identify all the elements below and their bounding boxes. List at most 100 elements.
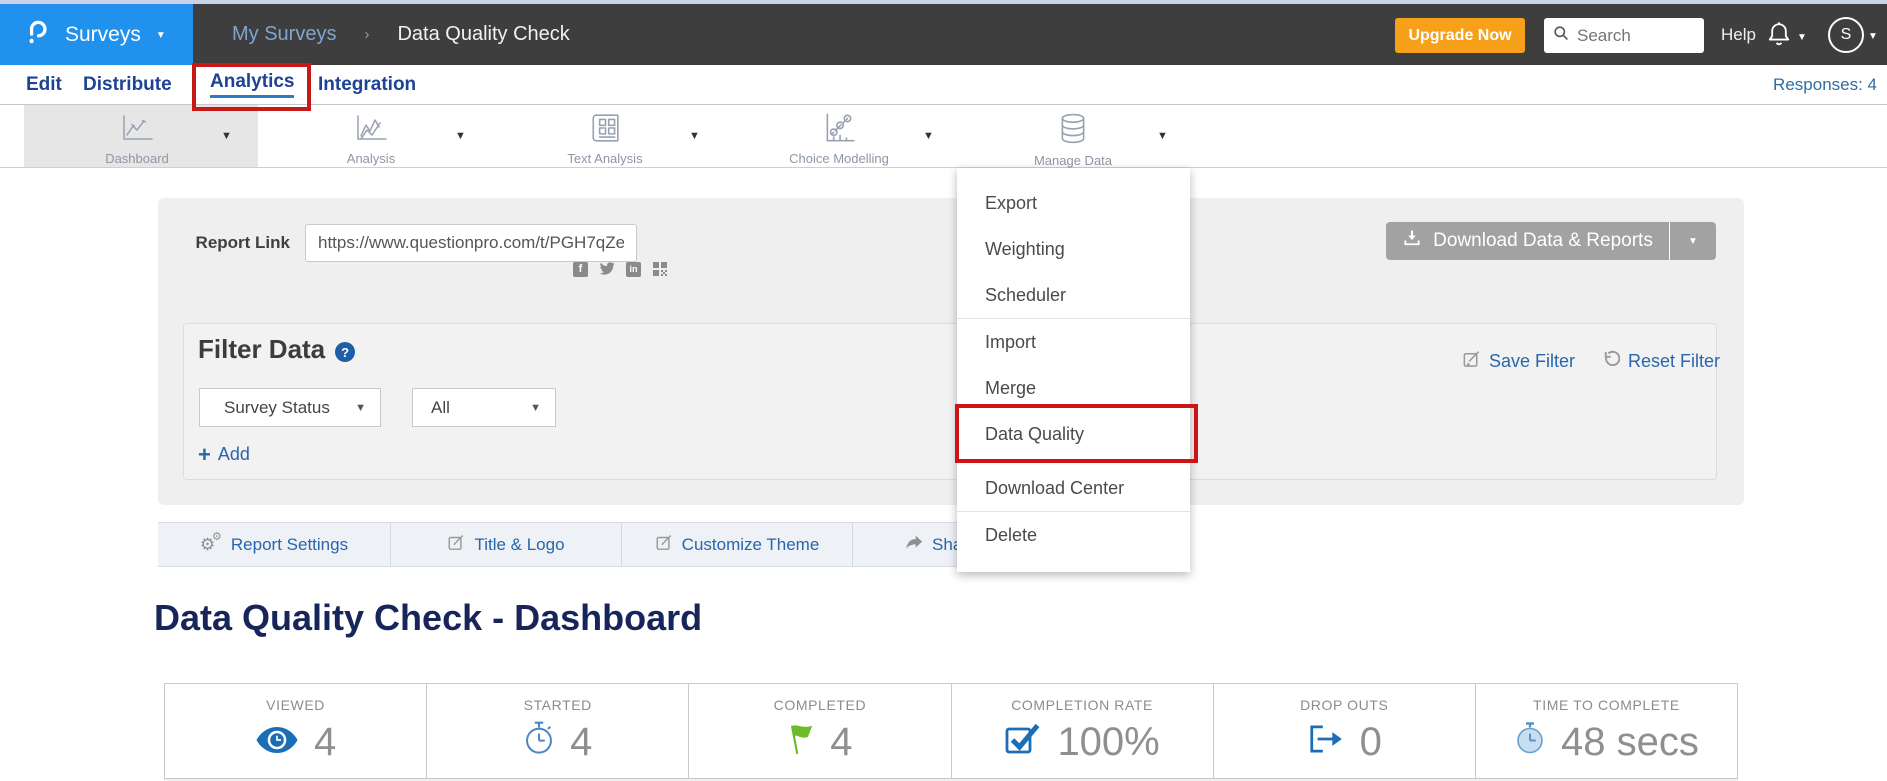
page-title: Data Quality Check - Dashboard [154,597,702,639]
stat-label: DROP OUTS [1300,697,1388,713]
menu-item-weighting[interactable]: Weighting [957,226,1190,272]
chevron-down-icon[interactable]: ▼ [455,130,466,142]
chevron-down-icon: ▼ [1797,32,1807,43]
filter-data-title: Filter Data ? [198,334,355,365]
toolbar-item-choice-modelling[interactable]: Choice Modelling ▼ [726,105,960,167]
report-link-input[interactable] [305,224,637,262]
report-link-label: Report Link [158,233,290,253]
top-header: Surveys ▼ My Surveys › Data Quality Chec… [0,4,1887,65]
menu-item-import[interactable]: Import [957,319,1190,365]
customize-theme-label: Customize Theme [682,535,820,555]
toolbar-item-label: Analysis [347,151,395,166]
share-icons-row: f in [552,261,668,277]
toolbar-item-analysis[interactable]: Analysis ▼ [258,105,492,167]
stopwatch-icon [523,720,555,766]
filter-actions: Save Filter Reset Filter [1462,349,1720,373]
line-chart-icon [119,112,155,149]
menu-item-download-center[interactable]: Download Center [957,465,1190,511]
plus-icon: + [198,446,211,464]
share-arrow-icon [904,534,923,556]
search-input[interactable] [1575,25,1689,47]
help-icon[interactable]: ? [335,342,355,362]
toolbar-item-dashboard[interactable]: Dashboard ▼ [24,105,258,167]
manage-data-menu: Export Weighting Scheduler Import Merge … [957,168,1190,572]
database-icon [1057,112,1089,151]
toolbar-item-label: Choice Modelling [789,151,889,166]
news-icon [589,112,621,149]
stat-number: 48 secs [1561,720,1699,765]
title-logo-button[interactable]: Title & Logo [391,523,622,566]
toolbar-item-manage-data[interactable]: Manage Data ▼ [960,105,1194,167]
gears-icon: ⚙⚙ [200,535,222,555]
search-icon [1553,25,1569,46]
download-button-label: Download Data & Reports [1433,230,1653,252]
chevron-down-icon[interactable]: ▼ [689,130,700,142]
qr-code-icon[interactable] [652,261,668,277]
stat-number: 4 [570,720,592,765]
survey-status-value: Survey Status [224,398,330,418]
stat-number: 4 [830,720,852,765]
chevron-down-icon: ▼ [156,30,166,41]
report-settings-button[interactable]: ⚙⚙ Report Settings [158,523,391,566]
download-data-reports-button[interactable]: Download Data & Reports ▼ [1386,222,1716,260]
menu-item-export[interactable]: Export [957,180,1190,226]
toolbar-item-label: Manage Data [1034,153,1112,168]
chevron-down-icon: ▼ [1688,236,1698,247]
pencil-square-icon [655,533,673,556]
stopwatch-filled-icon [1514,720,1546,766]
responses-count: Responses: 4 [1773,65,1877,104]
help-link[interactable]: Help [1721,4,1756,65]
stat-label: STARTED [524,697,592,713]
search-box[interactable] [1544,18,1704,53]
flag-icon [787,720,815,765]
stat-started: STARTED 4 [427,684,689,778]
filter-title-text: Filter Data [198,334,325,365]
chevron-down-icon[interactable]: ▼ [923,130,934,142]
pencil-square-icon [1462,349,1481,373]
chevron-down-icon: ▼ [1868,31,1878,42]
toolbar-item-label: Text Analysis [567,151,642,166]
chevron-down-icon[interactable]: ▼ [221,130,232,142]
stat-number: 4 [314,720,336,765]
product-menu[interactable]: Surveys ▼ [0,4,193,65]
chevron-down-icon: ▼ [530,402,541,414]
menu-item-scheduler[interactable]: Scheduler [957,272,1190,318]
analytics-toolbar: Dashboard ▼ Analysis ▼ Text Analysis ▼ [0,105,1887,168]
status-value-select[interactable]: All ▼ [412,388,556,427]
toolbar-item-text-analysis[interactable]: Text Analysis ▼ [492,105,726,167]
save-filter-button[interactable]: Save Filter [1462,349,1575,373]
breadcrumb: My Surveys › Data Quality Check [232,4,570,65]
product-name: Surveys [65,23,141,47]
stat-label: COMPLETED [774,697,867,713]
chevron-down-icon[interactable]: ▼ [1157,130,1168,142]
report-settings-label: Report Settings [231,535,348,555]
stat-viewed: VIEWED 4 [165,684,427,778]
twitter-icon[interactable] [599,261,615,277]
stat-number: 100% [1057,720,1159,765]
account-menu[interactable]: S ▼ [1828,17,1878,53]
breadcrumb-separator: › [364,26,369,43]
download-icon [1402,228,1422,254]
notifications-menu[interactable]: ▼ [1766,19,1807,54]
menu-item-data-quality[interactable]: Data Quality [957,411,1190,457]
menu-item-merge[interactable]: Merge [957,365,1190,411]
stat-completion-rate: COMPLETION RATE 100% [952,684,1214,778]
undo-icon [1601,349,1620,373]
add-filter-button[interactable]: + Add [198,444,250,465]
add-filter-label: Add [218,444,250,465]
facebook-icon[interactable]: f [573,262,588,277]
upgrade-now-button[interactable]: Upgrade Now [1395,18,1525,53]
app-window: Surveys ▼ My Surveys › Data Quality Chec… [0,0,1887,781]
reset-filter-button[interactable]: Reset Filter [1601,349,1720,373]
tab-integration[interactable]: Integration [318,65,416,104]
menu-item-delete[interactable]: Delete [957,512,1190,558]
customize-theme-button[interactable]: Customize Theme [622,523,853,566]
linkedin-icon[interactable]: in [626,262,641,277]
tab-distribute[interactable]: Distribute [83,65,172,104]
breadcrumb-parent[interactable]: My Surveys [232,23,336,46]
survey-status-select[interactable]: Survey Status ▼ [199,388,381,427]
stat-label: VIEWED [266,697,325,713]
tab-analytics[interactable]: Analytics [210,65,294,104]
tab-edit[interactable]: Edit [26,65,62,104]
download-options-button[interactable]: ▼ [1669,222,1716,260]
